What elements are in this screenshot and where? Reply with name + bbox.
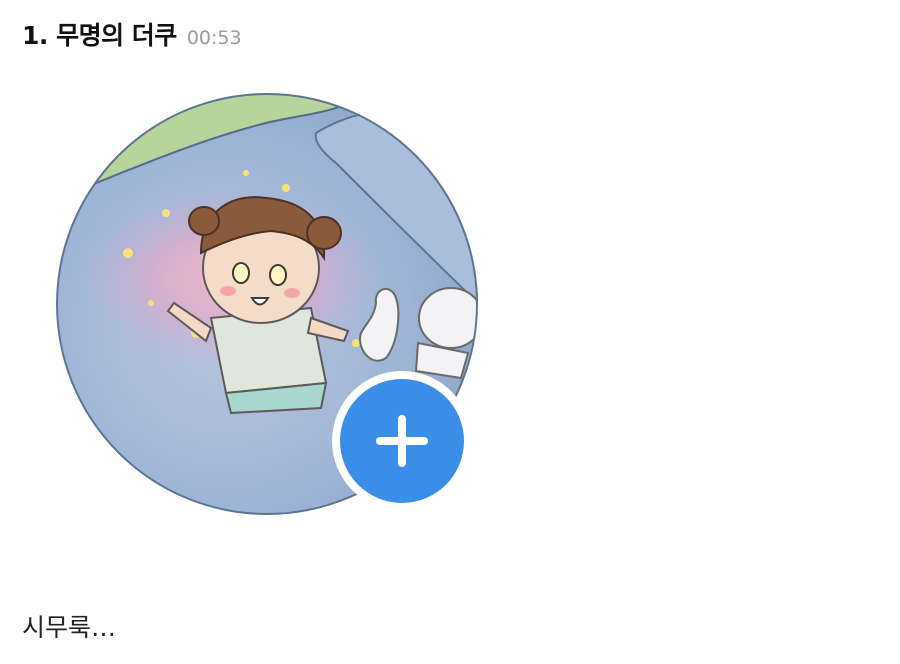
post-body-text: 시무룩…	[22, 613, 117, 642]
plus-icon	[376, 415, 428, 467]
add-photo-button[interactable]	[332, 371, 472, 511]
post-timestamp: 00:53	[186, 27, 242, 49]
add-button-circle	[340, 379, 464, 503]
avatar-container	[56, 93, 478, 515]
post-title: 1. 무명의 더쿠	[22, 21, 177, 50]
post-header: 1. 무명의 더쿠 00:53	[22, 16, 242, 56]
